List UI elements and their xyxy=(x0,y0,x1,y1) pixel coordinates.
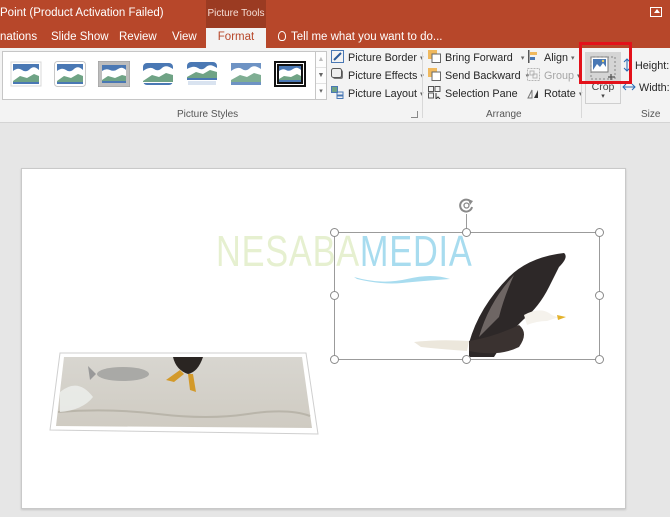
tell-me-placeholder: Tell me what you want to do... xyxy=(291,31,443,43)
window-title: Point (Product Activation Failed) xyxy=(0,7,164,19)
picture-style-thumbnail-selected[interactable] xyxy=(274,61,306,87)
lightbulb-icon xyxy=(278,31,286,41)
slide[interactable]: NESABAMEDIA xyxy=(21,168,626,509)
picture-style-thumbnail[interactable] xyxy=(186,61,218,87)
picture-styles-dialog-launcher[interactable] xyxy=(411,111,418,118)
title-bar: Point (Product Activation Failed) Pictur… xyxy=(0,0,670,28)
align-button[interactable]: Align ▾ xyxy=(527,50,575,67)
resize-handle-right[interactable] xyxy=(595,291,604,300)
selection-pane-button[interactable]: Selection Pane xyxy=(428,86,518,103)
align-icon xyxy=(527,50,540,63)
slide-editing-area: NESABAMEDIA xyxy=(0,124,670,517)
pen-border-icon xyxy=(331,50,344,63)
tab-slide-show[interactable]: Slide Show xyxy=(51,28,109,48)
picture-style-thumbnail[interactable] xyxy=(10,61,42,87)
gallery-scroll-down[interactable]: ▼ xyxy=(316,68,326,84)
effects-icon xyxy=(331,68,344,81)
ribbon-tabs: nations Slide Show Review View Format Te… xyxy=(0,28,670,48)
send-backward-icon xyxy=(428,68,441,81)
picture-border-button[interactable]: Picture Border▾ xyxy=(331,50,424,67)
group-icon xyxy=(527,68,540,81)
rotate-icon xyxy=(527,86,540,99)
size-group-label: Size xyxy=(641,109,661,120)
picture-tools-label: Picture Tools xyxy=(206,0,266,28)
eagle-catching-fish-photo[interactable] xyxy=(48,352,320,438)
gallery-more[interactable]: ▾ xyxy=(316,84,326,100)
arrange-group-label: Arrange xyxy=(486,109,522,120)
selection-pane-icon xyxy=(428,86,441,101)
tab-format[interactable]: Format xyxy=(206,28,266,48)
ribbon: ▲ ▼ ▾ Picture Styles Picture Border▾ Pic… xyxy=(0,48,670,123)
tab-review[interactable]: Review xyxy=(119,28,157,48)
send-backward-button[interactable]: Send Backward ▾ xyxy=(428,68,529,85)
tab-view[interactable]: View xyxy=(172,28,197,48)
resize-handle-bottom[interactable] xyxy=(462,355,471,364)
resize-handle-bottom-left[interactable] xyxy=(330,355,339,364)
resize-handle-top[interactable] xyxy=(462,228,471,237)
selection-frame xyxy=(334,232,600,360)
rotate-button[interactable]: Rotate▾ xyxy=(527,86,582,103)
picture-style-thumbnail[interactable] xyxy=(230,61,262,87)
tab-animations[interactable]: nations xyxy=(0,28,37,48)
rotate-handle-icon[interactable] xyxy=(458,197,475,214)
group-separator xyxy=(422,52,423,118)
gallery-scroll-up[interactable]: ▲ xyxy=(316,52,326,68)
picture-style-thumbnail[interactable] xyxy=(54,61,86,87)
resize-handle-bottom-right[interactable] xyxy=(595,355,604,364)
layout-icon xyxy=(331,86,344,99)
picture-styles-group-label: Picture Styles xyxy=(177,109,239,120)
resize-handle-top-right[interactable] xyxy=(595,228,604,237)
bring-forward-icon xyxy=(428,50,441,63)
picture-effects-button[interactable]: Picture Effects▾ xyxy=(331,68,424,85)
picture-style-thumbnail[interactable] xyxy=(142,61,174,87)
picture-style-thumbnail[interactable] xyxy=(98,61,130,87)
crop-highlight-box xyxy=(579,42,632,84)
bring-forward-button[interactable]: Bring Forward ▾ xyxy=(428,50,524,67)
picture-styles-gallery xyxy=(2,51,316,100)
tell-me-search[interactable]: Tell me what you want to do... xyxy=(278,28,443,48)
picture-layout-button[interactable]: Picture Layout▾ xyxy=(331,86,424,103)
crop-dropdown[interactable]: Crop ▾ xyxy=(585,82,621,104)
resize-handle-top-left[interactable] xyxy=(330,228,339,237)
gallery-scroll: ▲ ▼ ▾ xyxy=(316,51,327,100)
group-button[interactable]: Group ▾ xyxy=(527,68,581,85)
ribbon-display-options-icon[interactable] xyxy=(650,7,662,17)
resize-handle-left[interactable] xyxy=(330,291,339,300)
